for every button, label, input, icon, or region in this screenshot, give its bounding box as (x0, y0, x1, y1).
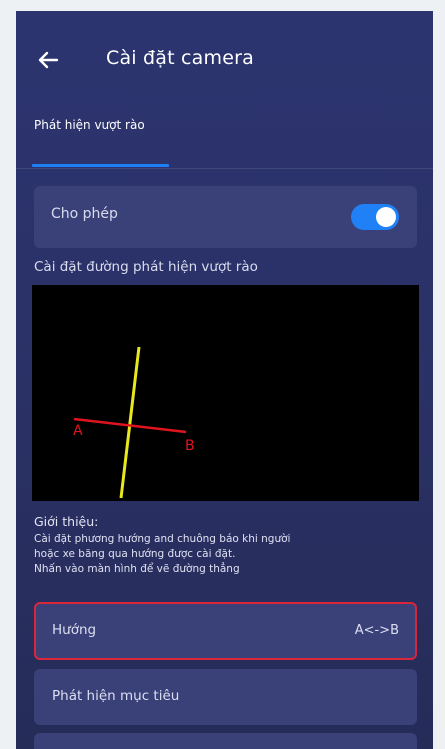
intro-line: Cài đặt phương hướng and chuông báo khi … (34, 533, 291, 545)
point-b-label: B (185, 438, 195, 454)
next-setting-row[interactable] (34, 733, 417, 749)
target-detection-row[interactable]: Phát hiện mục tiêu (34, 669, 417, 725)
direction-label: Hướng (52, 622, 97, 638)
direction-value: A<->B (354, 623, 399, 638)
direction-setting-row[interactable]: Hướng A<->B (34, 602, 417, 660)
camera-preview[interactable]: A B (32, 285, 419, 501)
intro-line: Nhấn vào màn hình để vẽ đường thẳng (34, 563, 240, 575)
enable-toggle[interactable] (351, 204, 399, 230)
tab-bar: Phát hiện vượt rào (16, 106, 433, 169)
page-title: Cài đặt camera (106, 47, 254, 69)
arrow-left-icon (38, 51, 59, 69)
back-button[interactable] (34, 46, 62, 74)
app-screen: Cài đặt camera Phát hiện vượt rào Cho ph… (16, 11, 433, 749)
intro-text: Cài đặt phương hướng and chuông báo khi … (34, 532, 419, 577)
target-detection-label: Phát hiện mục tiêu (52, 688, 180, 704)
intro-line: hoặc xe băng qua hướng được cài đặt. (34, 548, 236, 560)
tab-active-indicator (32, 164, 169, 167)
fence-line (119, 346, 141, 499)
header: Cài đặt camera (16, 11, 433, 106)
enable-setting-card: Cho phép (34, 186, 417, 248)
enable-label: Cho phép (51, 206, 118, 222)
toggle-knob (376, 207, 396, 227)
line-setting-label: Cài đặt đường phát hiện vượt rào (34, 259, 258, 275)
tab-fence-detection[interactable]: Phát hiện vượt rào (34, 118, 145, 132)
intro-title: Giới thiệu: (34, 514, 99, 529)
point-a-label: A (73, 423, 83, 439)
